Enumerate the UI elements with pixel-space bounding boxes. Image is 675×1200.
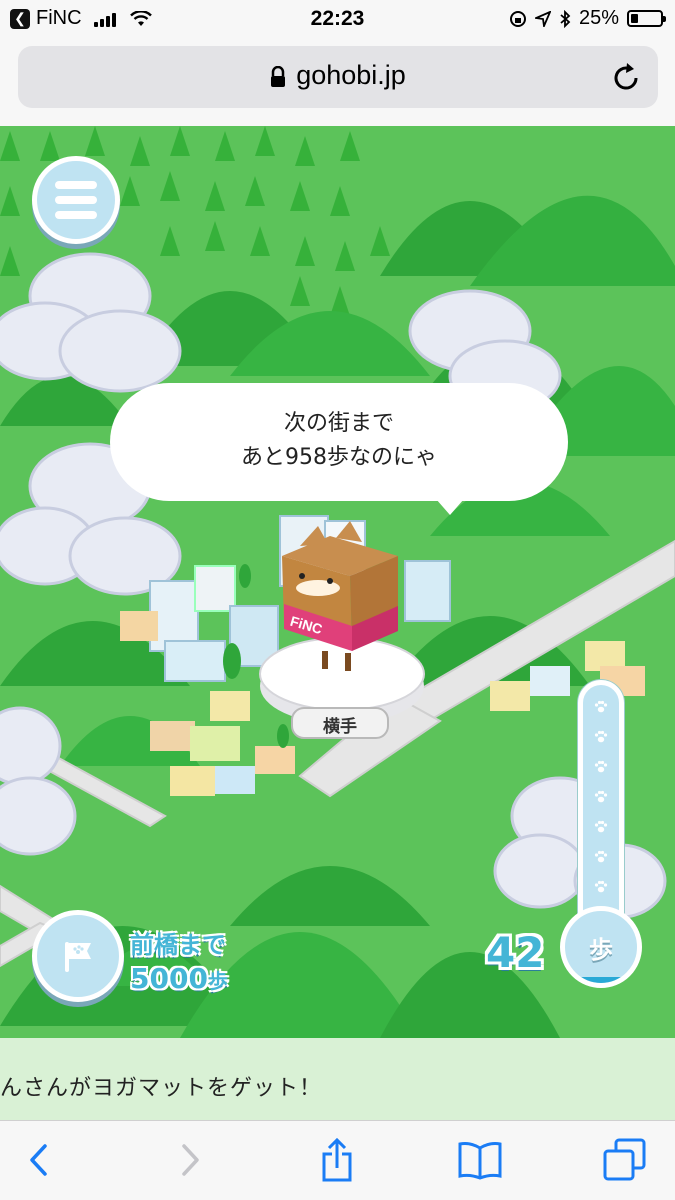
share-button[interactable] [312, 1135, 362, 1185]
paw-icon [594, 760, 608, 773]
step-gauge-fill [565, 977, 637, 983]
orientation-lock-icon [509, 10, 526, 27]
bluetooth-icon [560, 9, 571, 28]
lock-icon [271, 65, 286, 87]
forward-button[interactable] [165, 1135, 215, 1185]
step-unit: 歩 [589, 935, 613, 964]
notification-banner[interactable]: んさんがヨガマットをゲット！ [0, 1038, 675, 1120]
url-text[interactable]: gohobi.jp [296, 60, 406, 90]
battery-percent: 25% [578, 7, 619, 29]
destination-button[interactable] [32, 910, 124, 1002]
speech-bubble: 次の街まで あと958歩なのにゃ [110, 383, 568, 515]
status-bar: ❮ FiNC 22:23 25% [0, 0, 675, 38]
destination-label: 前橋まで [130, 931, 226, 959]
paw-icon [594, 880, 608, 893]
menu-button[interactable] [32, 156, 120, 244]
tabs-button[interactable] [600, 1135, 650, 1185]
back-icon [30, 1144, 47, 1176]
bookmarks-button[interactable] [455, 1135, 505, 1185]
bookmarks-icon [458, 1142, 502, 1180]
location-icon [534, 10, 551, 27]
speech-line-2: あと958歩なのにゃ [241, 445, 437, 470]
back-button[interactable] [14, 1135, 64, 1185]
destination-steps: 5000 [130, 962, 208, 995]
paw-icon [594, 820, 608, 833]
reload-icon[interactable] [612, 60, 642, 92]
destination-unit: 歩 [207, 969, 228, 993]
battery-icon [627, 10, 666, 27]
step-count: 42 [486, 928, 545, 977]
menu-icon [55, 181, 97, 189]
speech-line-1: 次の街まで [283, 411, 394, 436]
banner-text: んさんがヨガマットをゲット！ [0, 1076, 323, 1101]
step-gauge-bulb: 歩 [560, 906, 642, 988]
paw-icon [594, 790, 608, 803]
share-icon [322, 1138, 352, 1182]
tabs-icon [603, 1138, 646, 1181]
paw-icon [594, 730, 608, 743]
step-gauge: 歩 [560, 680, 642, 992]
destination-info: 前橋まで 5000歩 [130, 928, 228, 998]
flag-icon [65, 942, 91, 972]
paw-icon [594, 850, 608, 863]
paw-icon [594, 700, 608, 713]
forward-icon [182, 1144, 199, 1176]
address-bar[interactable]: gohobi.jp [18, 46, 658, 108]
browser-toolbar [0, 1120, 675, 1200]
town-label: 横手 [323, 717, 357, 737]
